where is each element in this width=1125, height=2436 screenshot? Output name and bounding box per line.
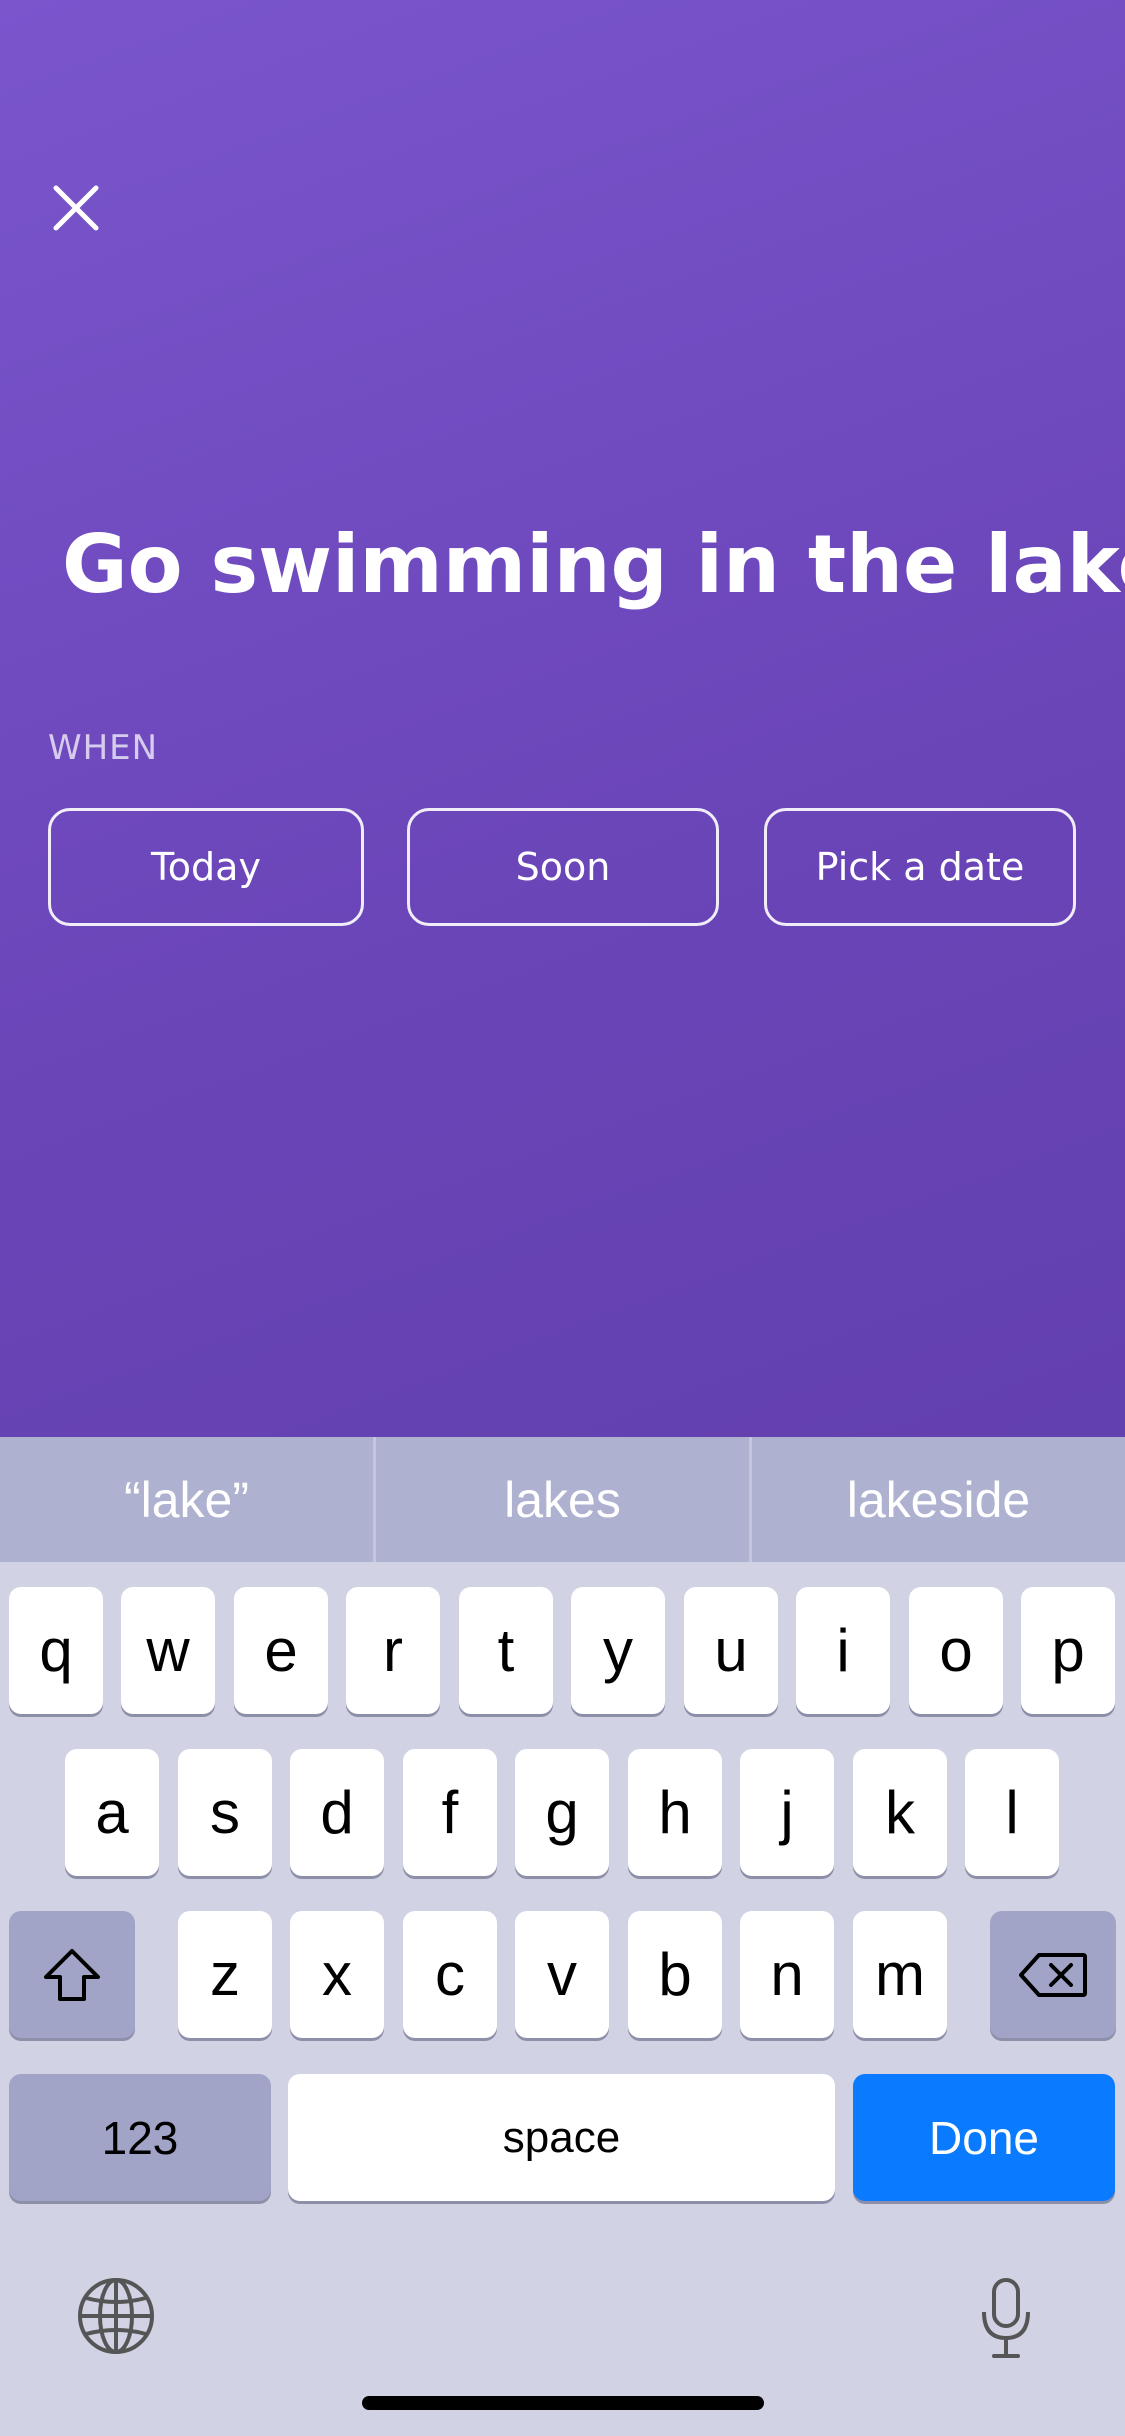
key-e[interactable]: e — [234, 1587, 328, 1714]
microphone-icon — [982, 2278, 1030, 2358]
key-f[interactable]: f — [403, 1749, 497, 1876]
key-n[interactable]: n — [740, 1911, 834, 2038]
key-h[interactable]: h — [628, 1749, 722, 1876]
numbers-key[interactable]: 123 — [9, 2074, 271, 2201]
key-a[interactable]: a — [65, 1749, 159, 1876]
key-d[interactable]: d — [290, 1749, 384, 1876]
create-task-screen: Go swimming in the lake WHEN Today Soon … — [0, 0, 1125, 1437]
key-t[interactable]: t — [459, 1587, 553, 1714]
done-key[interactable]: Done — [853, 2074, 1115, 2201]
key-q[interactable]: q — [9, 1587, 103, 1714]
delete-icon — [1019, 1952, 1087, 1997]
globe-button[interactable] — [76, 2276, 156, 2356]
close-button[interactable] — [52, 184, 100, 232]
key-p[interactable]: p — [1021, 1587, 1115, 1714]
suggestion-bar: “lake” lakes lakeside — [0, 1437, 1125, 1562]
space-key[interactable]: space — [288, 2074, 835, 2201]
suggestion-item[interactable]: lakes — [376, 1437, 749, 1562]
key-w[interactable]: w — [121, 1587, 215, 1714]
key-x[interactable]: x — [290, 1911, 384, 2038]
suggestion-item[interactable]: “lake” — [0, 1437, 373, 1562]
key-i[interactable]: i — [796, 1587, 890, 1714]
close-icon — [53, 185, 99, 231]
shift-icon — [44, 1948, 100, 2001]
when-label: WHEN — [48, 728, 159, 768]
key-u[interactable]: u — [684, 1587, 778, 1714]
shift-key[interactable] — [9, 1911, 135, 2038]
when-option-soon[interactable]: Soon — [407, 808, 719, 926]
when-option-pick-a-date[interactable]: Pick a date — [764, 808, 1076, 926]
key-k[interactable]: k — [853, 1749, 947, 1876]
key-v[interactable]: v — [515, 1911, 609, 2038]
key-l[interactable]: l — [965, 1749, 1059, 1876]
task-title-text: Go swimming in the lake — [62, 518, 1125, 611]
key-o[interactable]: o — [909, 1587, 1003, 1714]
delete-key[interactable] — [990, 1911, 1116, 2038]
dictation-button[interactable] — [978, 2276, 1034, 2360]
home-indicator — [362, 2396, 764, 2410]
when-option-today[interactable]: Today — [48, 808, 364, 926]
key-g[interactable]: g — [515, 1749, 609, 1876]
key-s[interactable]: s — [178, 1749, 272, 1876]
task-title-input[interactable]: Go swimming in the lake — [62, 500, 1125, 630]
key-b[interactable]: b — [628, 1911, 722, 2038]
key-j[interactable]: j — [740, 1749, 834, 1876]
key-m[interactable]: m — [853, 1911, 947, 2038]
suggestion-item[interactable]: lakeside — [752, 1437, 1125, 1562]
key-z[interactable]: z — [178, 1911, 272, 2038]
keyboard: “lake” lakes lakeside q w e r t y u i o … — [0, 1437, 1125, 2436]
globe-icon — [78, 2278, 154, 2354]
key-y[interactable]: y — [571, 1587, 665, 1714]
key-c[interactable]: c — [403, 1911, 497, 2038]
key-r[interactable]: r — [346, 1587, 440, 1714]
